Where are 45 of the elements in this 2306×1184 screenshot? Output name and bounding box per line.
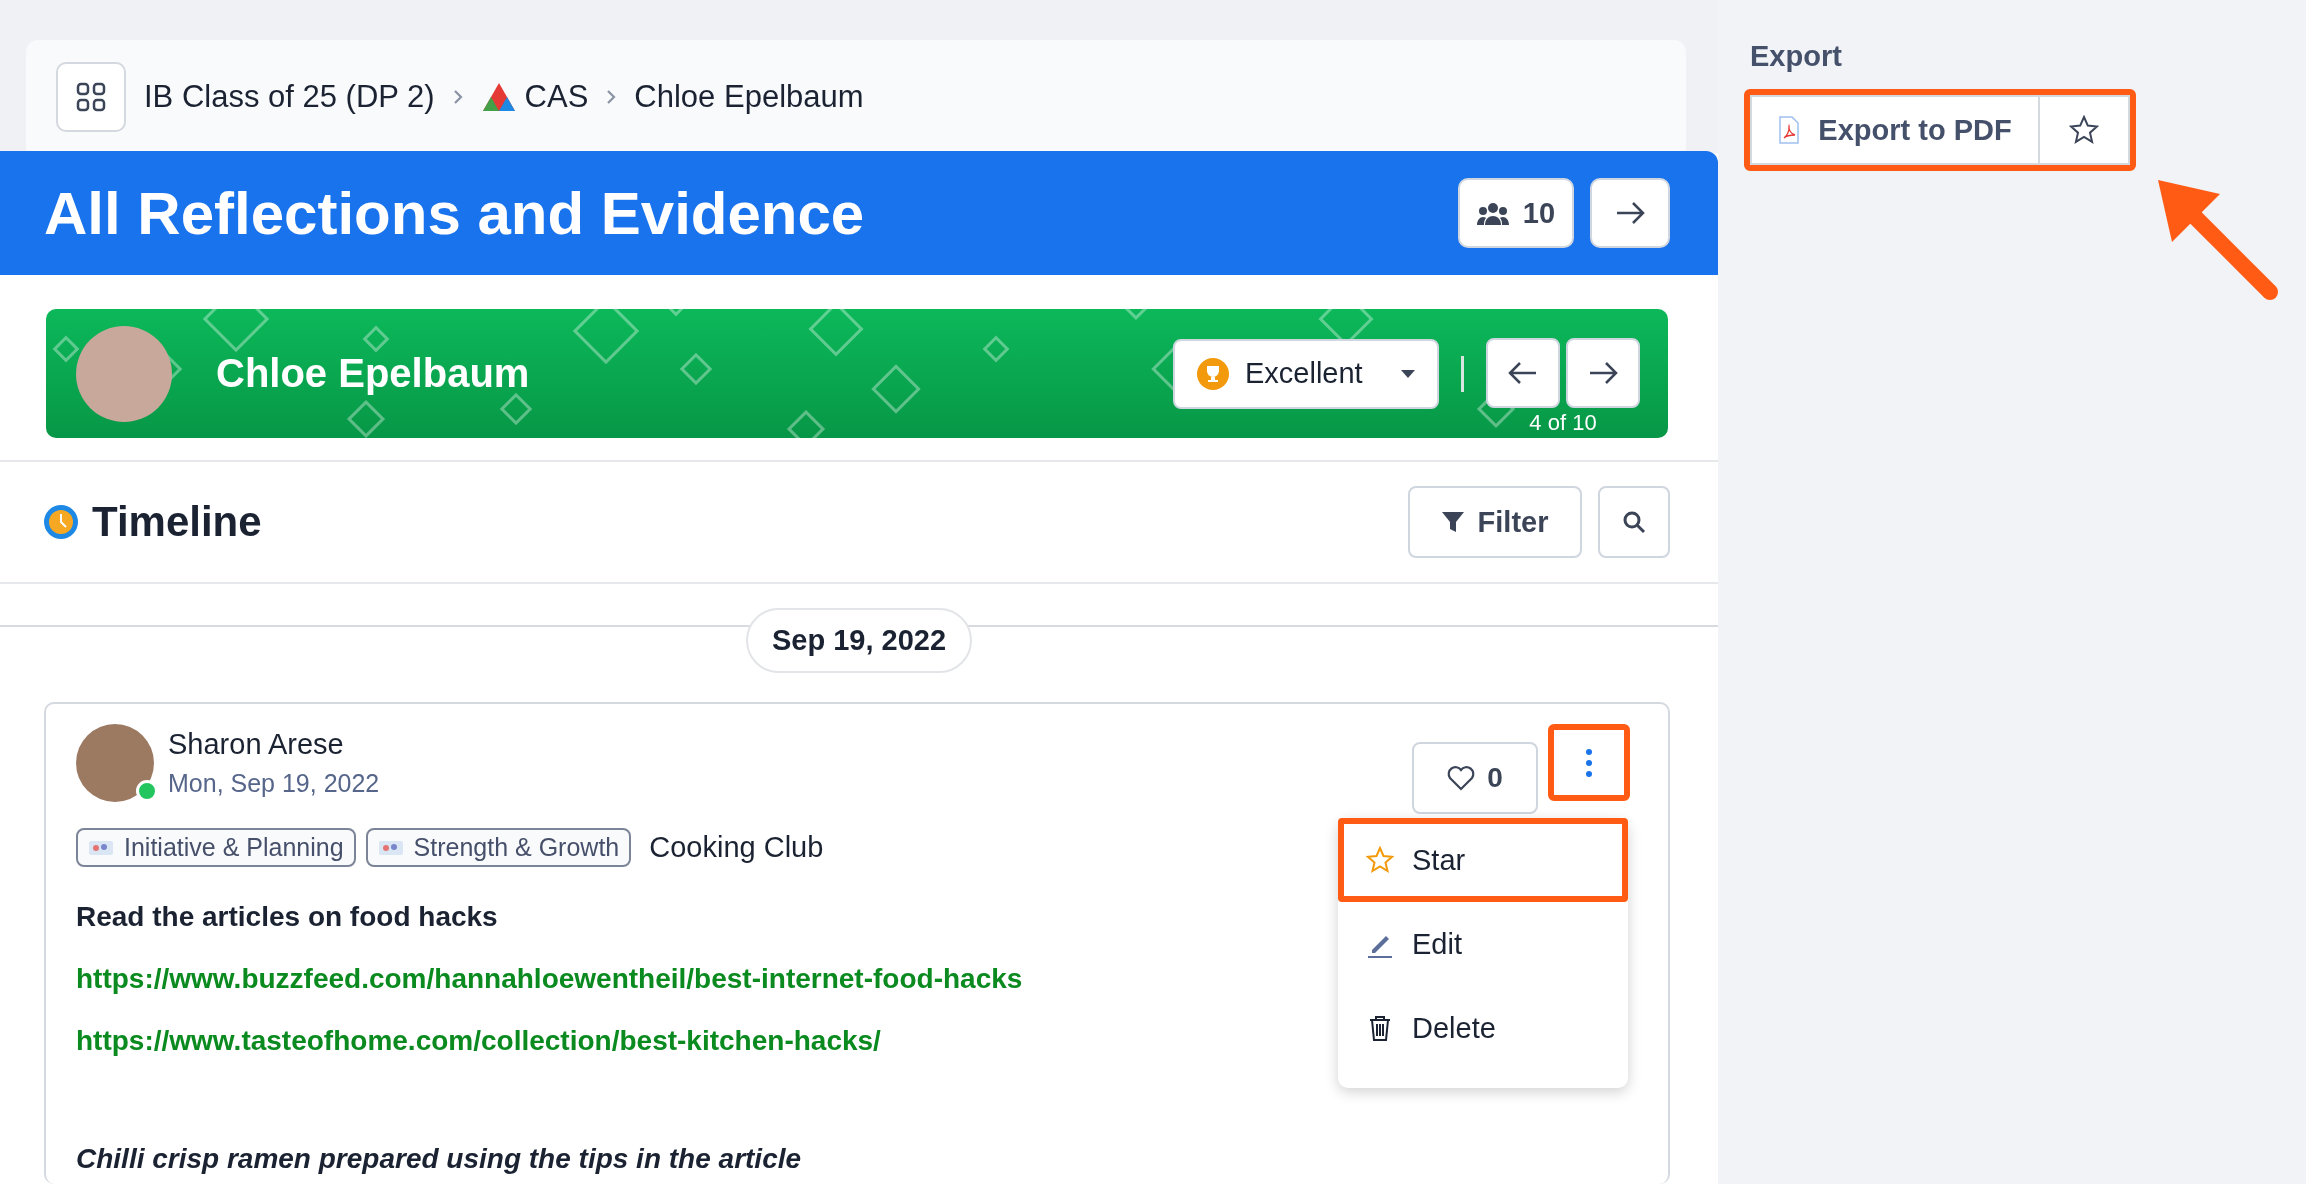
kebab-menu-icon bbox=[1585, 747, 1593, 778]
apps-button[interactable] bbox=[56, 61, 126, 132]
search-button[interactable] bbox=[1598, 486, 1670, 558]
menu-item[interactable]: Edit bbox=[1338, 902, 1628, 986]
section-title: Export bbox=[1750, 40, 1843, 73]
next-button[interactable] bbox=[1590, 178, 1670, 248]
author-name: Sharon Arese bbox=[168, 728, 345, 761]
caret-icon bbox=[1401, 369, 1415, 378]
grid-icon bbox=[76, 81, 106, 112]
star-icon bbox=[2069, 115, 2099, 145]
photo-caption: Chilli crisp ramen prepared using the tips in the article bbox=[76, 1143, 803, 1175]
next-student-button[interactable] bbox=[1566, 337, 1640, 408]
star-button[interactable] bbox=[2040, 95, 2130, 165]
filter-icon bbox=[1441, 512, 1464, 532]
chevron-icon bbox=[606, 88, 617, 105]
url-link[interactable]: https://www.buzzfeed.com/hannahloewentheil/best-internet-food-hacks bbox=[76, 963, 1023, 995]
pdf-file-icon bbox=[1778, 116, 1801, 144]
post-date: Mon, Sep 19, 2022 bbox=[168, 769, 381, 798]
breadcrumb-link[interactable]: CAS bbox=[480, 78, 589, 115]
category-tag: Initiative & Planning bbox=[76, 828, 356, 867]
clock-icon bbox=[44, 505, 78, 539]
date-label: Sep 19, 2022 bbox=[745, 607, 973, 673]
previous-student-button[interactable] bbox=[1486, 337, 1560, 408]
export-pdf-button[interactable]: Export to PDF bbox=[1750, 95, 2040, 165]
student-name: Chloe Epelbaum bbox=[216, 351, 531, 396]
post-heading: Read the articles on food hacks bbox=[76, 901, 499, 933]
position-counter: 4 of 10 bbox=[1529, 409, 1597, 436]
chevron-icon bbox=[452, 88, 463, 105]
page-title: All Reflections and Evidence bbox=[44, 178, 866, 248]
section-title: Timeline bbox=[92, 498, 263, 546]
category-tag: Strength & Growth bbox=[365, 828, 632, 867]
menu-item[interactable]: Delete bbox=[1338, 986, 1628, 1070]
rating-dropdown[interactable]: Excellent bbox=[1173, 338, 1439, 409]
trophy-icon bbox=[1197, 357, 1229, 390]
search-icon bbox=[1622, 510, 1646, 534]
star-icon bbox=[1366, 846, 1394, 874]
url-link[interactable]: https://www.tasteofhome.com/collection/best-kitchen-hacks/ bbox=[76, 1025, 881, 1057]
breadcrumb-link[interactable]: Chloe Epelbaum bbox=[634, 78, 864, 115]
menu-item[interactable]: Star bbox=[1338, 818, 1628, 902]
filter-button[interactable]: Filter bbox=[1408, 486, 1582, 558]
breadcrumb-link[interactable]: IB Class of 25 (DP 2) bbox=[144, 78, 435, 115]
activity-name: Cooking Club bbox=[649, 831, 824, 864]
members-button[interactable]: 10 bbox=[1458, 178, 1574, 248]
like-button[interactable]: 0 bbox=[1412, 742, 1538, 814]
people-icon bbox=[1476, 201, 1509, 225]
